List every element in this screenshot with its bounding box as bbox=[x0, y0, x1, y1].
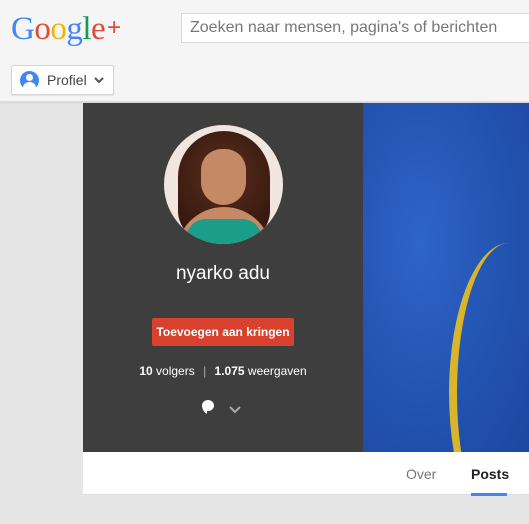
logo-plus: + bbox=[107, 14, 121, 41]
logo-letter-g2: g bbox=[66, 11, 83, 47]
person-icon bbox=[20, 70, 39, 90]
profile-dropdown-button[interactable]: Profiel bbox=[11, 65, 114, 95]
hangout-bubble-icon[interactable] bbox=[201, 399, 215, 420]
profile-name: nyarko adu bbox=[175, 263, 270, 284]
logo-letter-o1: o bbox=[34, 11, 51, 47]
profile-card: nyarko adu Toevoegen aan kringen 10 volg… bbox=[83, 103, 529, 496]
active-tab-indicator bbox=[471, 493, 507, 496]
avatar-face bbox=[201, 149, 246, 205]
avatar[interactable] bbox=[164, 125, 283, 244]
google-plus-logo[interactable]: Google+ bbox=[11, 8, 121, 49]
cover-yellow-curve bbox=[449, 243, 529, 452]
views-label: weergaven bbox=[247, 364, 307, 378]
search-input[interactable]: Zoeken naar mensen, pagina's of berichte… bbox=[181, 13, 529, 43]
tab-posts[interactable]: Posts bbox=[471, 452, 510, 496]
add-to-circles-button[interactable]: Toevoegen aan kringen bbox=[152, 318, 294, 346]
views-count: 1.075 bbox=[214, 364, 245, 378]
chevron-down-icon bbox=[93, 75, 104, 85]
cover-photo bbox=[363, 103, 529, 452]
logo-letter-g1: G bbox=[11, 11, 35, 47]
profile-info-panel: nyarko adu Toevoegen aan kringen 10 volg… bbox=[83, 103, 363, 452]
chevron-down-icon[interactable] bbox=[229, 401, 241, 419]
profile-tabs: Over Posts bbox=[83, 452, 529, 496]
tab-over-label: Over bbox=[406, 465, 437, 482]
logo-letter-l: l bbox=[82, 11, 92, 47]
avatar-top bbox=[186, 219, 262, 244]
search-placeholder: Zoeken naar mensen, pagina's of berichte… bbox=[190, 19, 498, 36]
tab-over[interactable]: Over bbox=[406, 452, 436, 495]
followers-label: volgers bbox=[156, 364, 195, 378]
followers-count: 10 bbox=[139, 364, 153, 378]
sub-bar: Profiel bbox=[0, 58, 529, 102]
top-bar: Google+ Zoeken naar mensen, pagina's of … bbox=[0, 0, 529, 58]
profile-stats: 10 volgers | 1.075 weergaven bbox=[83, 364, 363, 378]
tab-posts-label: Posts bbox=[471, 465, 510, 482]
profile-label: Profiel bbox=[47, 72, 87, 88]
profile-actions bbox=[201, 399, 241, 420]
logo-letter-e: e bbox=[91, 11, 106, 47]
stats-separator: | bbox=[203, 364, 207, 378]
logo-letter-o2: o bbox=[50, 11, 67, 47]
